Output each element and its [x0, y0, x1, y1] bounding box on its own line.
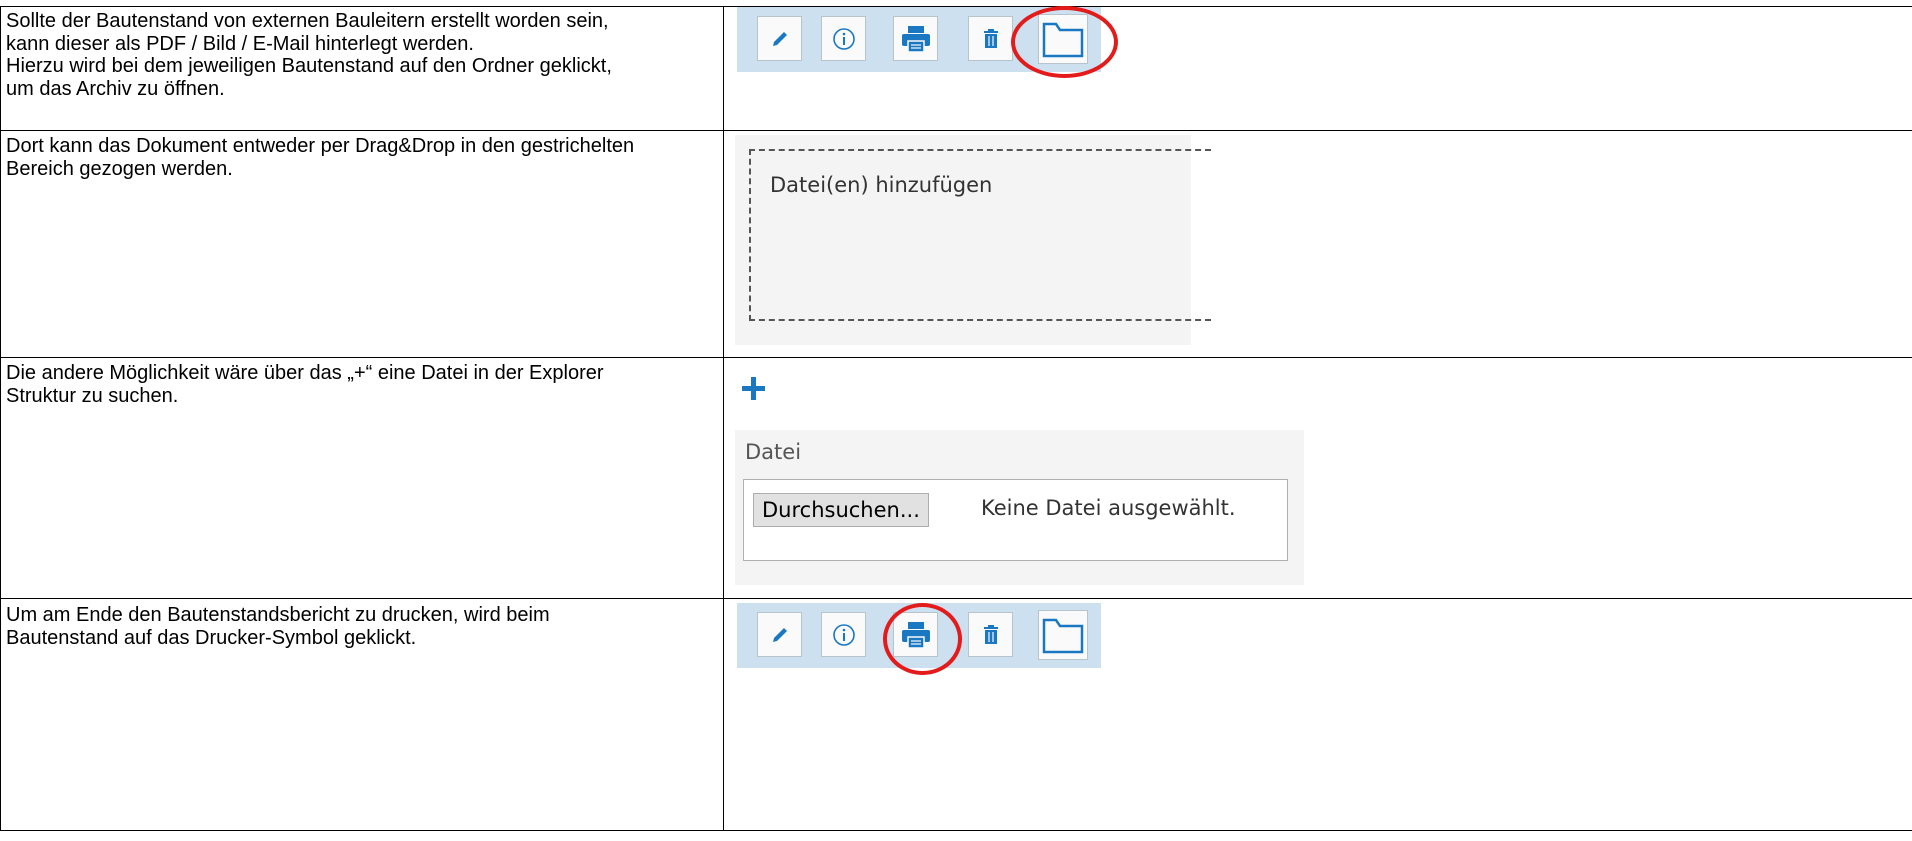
archive-folder-button[interactable]	[1038, 610, 1088, 660]
info-button[interactable]	[821, 16, 866, 61]
pencil-icon	[772, 31, 787, 46]
row-text: Sollte der Bautenstand von externen Baul…	[6, 10, 612, 100]
row-text: Dort kann das Dokument entweder per Drag…	[6, 135, 635, 180]
row-3-text: Die andere Möglichkeit wäre über das „+“…	[6, 362, 716, 407]
file-status: Keine Datei ausgewählt.	[981, 496, 1236, 520]
table-border	[0, 598, 1912, 599]
file-upload-panel: Datei Durchsuchen... Keine Datei ausgewä…	[735, 430, 1304, 585]
file-input[interactable]: Durchsuchen... Keine Datei ausgewählt.	[743, 479, 1288, 561]
file-label: Datei	[745, 440, 802, 464]
row-1-text: Sollte der Bautenstand von externen Baul…	[6, 10, 716, 100]
info-icon	[832, 623, 855, 646]
table-border	[0, 357, 1912, 358]
dropzone-panel: Datei(en) hinzufügen	[735, 135, 1211, 345]
row-4-text: Um am Ende den Bautenstandsbericht zu dr…	[6, 604, 716, 649]
delete-button[interactable]	[968, 16, 1013, 61]
printer-icon	[901, 25, 930, 53]
edit-button[interactable]	[757, 16, 802, 61]
pencil-icon	[772, 627, 787, 642]
trash-icon	[983, 28, 998, 48]
info-icon	[832, 27, 855, 50]
dropzone-label: Datei(en) hinzufügen	[770, 173, 993, 197]
row-text: Um am Ende den Bautenstandsbericht zu dr…	[6, 604, 550, 649]
highlight-circle	[883, 603, 962, 675]
info-button[interactable]	[821, 612, 866, 657]
table-border	[0, 130, 1912, 131]
document-table: Sollte der Bautenstand von externen Baul…	[0, 0, 1912, 841]
highlight-circle	[1011, 6, 1118, 78]
add-file-icon[interactable]	[739, 374, 769, 404]
trash-icon	[983, 624, 998, 644]
table-border	[0, 830, 1912, 831]
print-button[interactable]	[893, 16, 938, 61]
table-border	[0, 6, 1, 831]
edit-button[interactable]	[757, 612, 802, 657]
row-text: Die andere Möglichkeit wäre über das „+“…	[6, 362, 604, 407]
browse-button[interactable]: Durchsuchen...	[753, 493, 929, 527]
folder-icon	[1042, 618, 1084, 654]
table-border	[723, 6, 724, 831]
delete-button[interactable]	[968, 612, 1013, 657]
row-2-text: Dort kann das Dokument entweder per Drag…	[6, 135, 716, 180]
